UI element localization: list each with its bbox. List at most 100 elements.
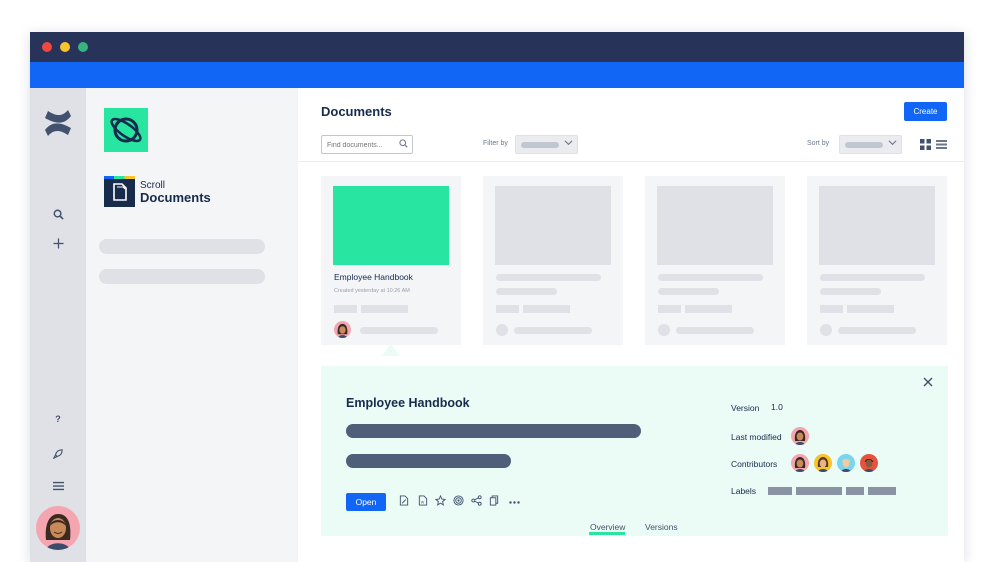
app-window: ? Scroll Documents Documents Create Find… bbox=[30, 32, 964, 562]
close-icon[interactable] bbox=[921, 376, 935, 390]
placeholder-bar bbox=[496, 288, 557, 295]
placeholder-bar bbox=[838, 327, 916, 334]
star-icon[interactable] bbox=[433, 494, 447, 509]
placeholder-bar bbox=[676, 327, 754, 334]
contributors-label: Contributors bbox=[731, 459, 778, 469]
document-thumbnail bbox=[495, 186, 611, 265]
placeholder-block bbox=[847, 305, 894, 313]
detail-pointer bbox=[382, 344, 400, 356]
author-avatar bbox=[334, 321, 351, 338]
label-tag[interactable] bbox=[796, 487, 842, 495]
search-icon[interactable] bbox=[399, 139, 408, 150]
placeholder-avatar bbox=[658, 324, 670, 336]
app-name: Documents bbox=[140, 190, 211, 205]
last-modified-label: Last modified bbox=[731, 432, 782, 442]
description-placeholder bbox=[346, 424, 641, 438]
label-tag[interactable] bbox=[846, 487, 864, 495]
filter-select[interactable] bbox=[515, 135, 578, 154]
placeholder-block bbox=[334, 305, 357, 313]
placeholder-block bbox=[685, 305, 732, 313]
label-tag[interactable] bbox=[768, 487, 792, 495]
more-icon[interactable] bbox=[507, 495, 521, 509]
word-export-icon[interactable]: W bbox=[416, 495, 430, 509]
toolbar-divider bbox=[298, 161, 964, 162]
create-button[interactable]: Create bbox=[904, 102, 947, 121]
chevron-down-icon bbox=[564, 138, 573, 149]
placeholder-bar bbox=[658, 288, 719, 295]
chevron-down-icon bbox=[888, 138, 897, 149]
document-card[interactable]: Employee Handbook Created yesterday at 1… bbox=[321, 176, 461, 345]
header-bar bbox=[30, 62, 964, 88]
window-titlebar bbox=[30, 32, 964, 62]
document-card[interactable] bbox=[807, 176, 947, 345]
placeholder-avatar bbox=[496, 324, 508, 336]
sidebar-placeholder-item[interactable] bbox=[99, 239, 265, 254]
document-thumbnail bbox=[333, 186, 449, 265]
search-icon[interactable] bbox=[30, 207, 86, 225]
tab-overview[interactable]: Overview bbox=[590, 522, 625, 532]
description-placeholder bbox=[346, 454, 511, 468]
global-nav: ? bbox=[30, 88, 86, 562]
watch-icon[interactable] bbox=[451, 495, 465, 509]
tab-versions[interactable]: Versions bbox=[645, 522, 678, 532]
placeholder-avatar bbox=[820, 324, 832, 336]
rocket-icon[interactable] bbox=[30, 446, 86, 464]
sidebar-placeholder-item[interactable] bbox=[99, 269, 265, 284]
main-content: Documents Create Filter by Sort by bbox=[298, 88, 964, 562]
labels-label: Labels bbox=[731, 486, 757, 496]
document-created: Created yesterday at 10:26 AM bbox=[334, 288, 410, 294]
placeholder-bar bbox=[496, 274, 601, 281]
placeholder-block bbox=[523, 305, 570, 313]
user-avatar[interactable] bbox=[36, 506, 80, 550]
placeholder-block bbox=[820, 305, 843, 313]
last-modified-avatar bbox=[791, 427, 809, 445]
placeholder-bar bbox=[820, 288, 881, 295]
filter-select-value bbox=[521, 142, 559, 148]
zoom-dot[interactable] bbox=[78, 42, 88, 52]
document-detail-panel: Employee Handbook Open W Version 1.0 Las… bbox=[321, 366, 948, 536]
share-icon[interactable] bbox=[469, 495, 483, 509]
pdf-export-icon[interactable] bbox=[397, 495, 411, 509]
detail-title: Employee Handbook bbox=[346, 396, 470, 410]
filter-label: Filter by bbox=[483, 140, 508, 147]
document-title: Employee Handbook bbox=[334, 272, 413, 282]
sort-select-value bbox=[845, 142, 883, 148]
contributor-avatar bbox=[791, 454, 809, 472]
space-sidebar: Scroll Documents bbox=[86, 88, 298, 562]
search-field[interactable] bbox=[321, 135, 413, 154]
version-value: 1.0 bbox=[771, 402, 783, 412]
sort-select[interactable] bbox=[839, 135, 902, 154]
contributor-avatar bbox=[814, 454, 832, 472]
help-icon[interactable]: ? bbox=[30, 414, 86, 424]
placeholder-block bbox=[496, 305, 519, 313]
version-label: Version bbox=[731, 403, 760, 413]
document-thumbnail bbox=[819, 186, 935, 265]
placeholder-bar bbox=[514, 327, 592, 334]
search-input[interactable] bbox=[327, 139, 395, 151]
document-card[interactable] bbox=[483, 176, 623, 345]
placeholder-bar bbox=[820, 274, 925, 281]
placeholder-block bbox=[658, 305, 681, 313]
label-tag[interactable] bbox=[868, 487, 896, 495]
planet-icon[interactable] bbox=[104, 108, 148, 152]
confluence-logo-icon[interactable] bbox=[43, 108, 73, 138]
svg-text:W: W bbox=[421, 501, 425, 505]
document-card[interactable] bbox=[645, 176, 785, 345]
close-dot[interactable] bbox=[42, 42, 52, 52]
contributor-avatar bbox=[860, 454, 878, 472]
active-tab-indicator bbox=[589, 532, 625, 535]
sort-label: Sort by bbox=[807, 140, 830, 147]
page-title: Documents bbox=[321, 104, 392, 119]
document-thumbnail bbox=[657, 186, 773, 265]
plus-icon[interactable] bbox=[30, 236, 86, 254]
copy-icon[interactable] bbox=[487, 495, 501, 509]
open-button[interactable]: Open bbox=[346, 493, 386, 511]
placeholder-block bbox=[361, 305, 408, 313]
list-view-icon[interactable] bbox=[936, 140, 947, 149]
grid-view-icon[interactable] bbox=[920, 139, 931, 150]
minimize-dot[interactable] bbox=[60, 42, 70, 52]
documents-app-icon bbox=[104, 176, 135, 207]
contributor-avatar bbox=[837, 454, 855, 472]
placeholder-bar bbox=[658, 274, 763, 281]
menu-icon[interactable] bbox=[30, 478, 86, 496]
